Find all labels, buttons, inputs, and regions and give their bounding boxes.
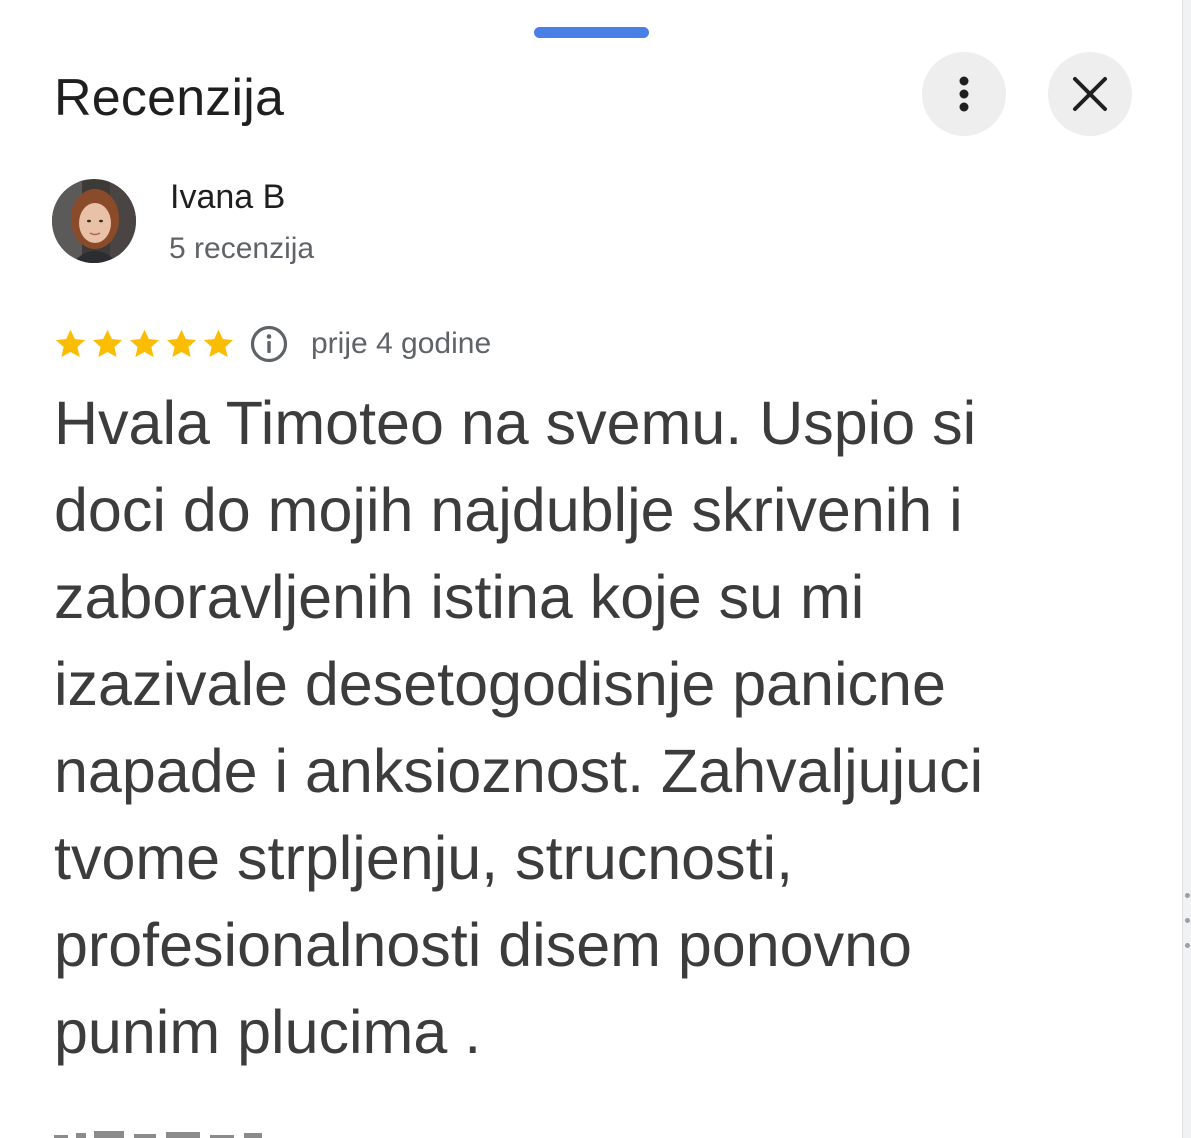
avatar[interactable] <box>52 179 136 263</box>
reviewer-review-count: 5 recenzija <box>169 232 315 265</box>
star-rating <box>52 326 237 362</box>
drag-handle[interactable] <box>534 27 649 38</box>
star-icon <box>129 329 160 358</box>
reviewer-name[interactable]: Ivana B <box>170 178 285 217</box>
star-icon <box>92 329 123 358</box>
review-text: Hvala Timoteo na svemu. Uspio si doci do… <box>54 389 984 1066</box>
review-sheet: Recenzija Ivana B 5 recenzija prije 4 go… <box>0 0 1183 1138</box>
star-icon <box>55 329 86 358</box>
rating-row: prije 4 godine <box>52 322 491 366</box>
edge-dot <box>1185 893 1190 898</box>
star-icon <box>203 329 234 358</box>
avatar-photo <box>52 179 136 263</box>
info-icon[interactable] <box>249 324 289 364</box>
side-panel-edge <box>1182 0 1191 1138</box>
edge-dot <box>1185 918 1190 923</box>
review-time: prije 4 godine <box>311 327 492 360</box>
edge-dot <box>1185 943 1190 948</box>
page-title: Recenzija <box>54 69 285 127</box>
more-vert-icon <box>959 76 969 112</box>
truncated-next-line <box>54 1126 284 1138</box>
star-icon <box>166 329 197 358</box>
close-icon <box>1073 77 1107 111</box>
more-options-button[interactable] <box>922 52 1006 136</box>
close-button[interactable] <box>1048 52 1132 136</box>
